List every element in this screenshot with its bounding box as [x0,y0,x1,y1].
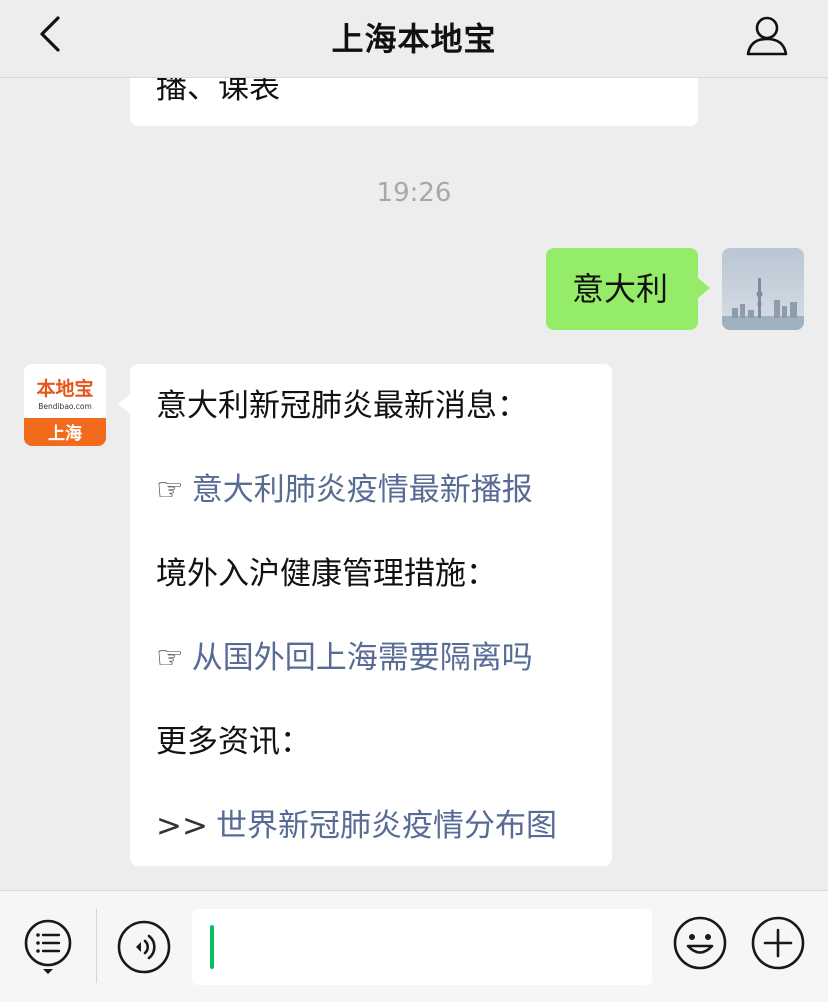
menu-toggle-button[interactable] [22,917,74,977]
message-line-heading: 意大利新冠肺炎最新消息： [156,386,586,426]
text-cursor [210,925,214,969]
message-line-link: ☞ 意大利肺炎疫情最新播报 [156,470,586,510]
svg-text:Bendibao.com: Bendibao.com [38,402,92,411]
chat-header: 上海本地宝 [0,0,828,78]
italy-news-heading: 意大利新冠肺炎最新消息： [156,388,528,424]
message-text-input[interactable] [192,909,652,985]
emoji-icon [673,916,727,970]
quarantine-info-link[interactable]: 从国外回上海需要隔离吗 [192,640,533,676]
svg-text:本地宝: 本地宝 [36,377,93,400]
incoming-message-bubble: 意大利新冠肺炎最新消息： ☞ 意大利肺炎疫情最新播报 境外入沪健康管理措施： ☞ 从… [118,364,612,866]
outgoing-message-text: 意大利 [572,270,669,308]
outgoing-message-bubble[interactable]: 意大利 [546,248,710,330]
svg-text:上海: 上海 [48,423,82,444]
more-news-heading: 更多资讯： [156,724,311,760]
message-line-link: ☞ 从国外回上海需要隔离吗 [156,638,586,678]
input-bar-divider [96,909,97,983]
official-account-avatar[interactable]: 本地宝 Bendibao.com 上海 [24,364,106,446]
skyline-avatar-image [722,248,804,330]
pointing-hand-icon: ☞ [156,472,184,508]
health-measures-heading: 境外入沪健康管理措施： [156,556,497,592]
chat-title: 上海本地宝 [331,20,497,58]
chat-area: 播、课表 19:26 意大利 本地宝 Bendibao.com 上海 意大利新冠… [0,0,828,890]
user-avatar[interactable] [722,248,804,330]
plus-icon [751,916,805,970]
person-icon [746,16,788,56]
voice-input-button[interactable] [116,919,172,975]
menu-list-icon [24,919,72,974]
pointing-hand-icon: ☞ [156,640,184,676]
italy-epidemic-link[interactable]: 意大利肺炎疫情最新播报 [192,472,533,508]
bendibao-logo: 本地宝 Bendibao.com 上海 [24,364,106,446]
emoji-button[interactable] [672,915,728,971]
more-actions-button[interactable] [750,915,806,971]
message-line-link: >> 世界新冠肺炎疫情分布图 [156,806,586,846]
double-arrow-prefix: >> [156,808,208,844]
message-line-heading: 更多资讯： [156,722,586,762]
message-input-bar [0,890,828,1002]
world-epidemic-map-link[interactable]: 世界新冠肺炎疫情分布图 [216,808,557,844]
message-timestamp: 19:26 [376,178,452,208]
message-line-heading: 境外入沪健康管理措施： [156,554,586,594]
voice-icon [117,920,171,974]
chat-info-button[interactable] [742,12,792,62]
